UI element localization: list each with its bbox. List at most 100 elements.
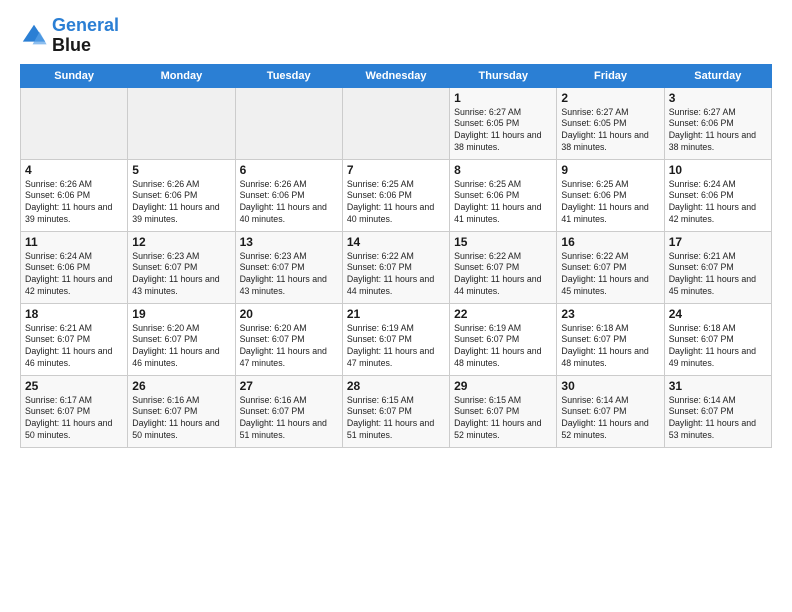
calendar-cell: 2Sunrise: 6:27 AMSunset: 6:05 PMDaylight…: [557, 87, 664, 159]
day-number: 3: [669, 91, 767, 105]
cell-info: Sunrise: 6:20 AMSunset: 6:07 PMDaylight:…: [240, 323, 338, 371]
day-number: 10: [669, 163, 767, 177]
day-number: 24: [669, 307, 767, 321]
day-number: 23: [561, 307, 659, 321]
cell-info: Sunrise: 6:16 AMSunset: 6:07 PMDaylight:…: [132, 395, 230, 443]
calendar-cell: 13 Sunrise: 6:23 AMSunset: 6:07 PMDayligh…: [235, 231, 342, 303]
cell-info: Sunrise: 6:27 AMSunset: 6:06 PMDaylight:…: [669, 107, 767, 155]
day-number: 30: [561, 379, 659, 393]
header: General Blue: [20, 16, 772, 56]
calendar-cell: [342, 87, 449, 159]
cell-info: Sunrise: 6:17 AMSunset: 6:07 PMDaylight:…: [25, 395, 123, 443]
calendar-week: 4Sunrise: 6:26 AMSunset: 6:06 PMDaylight…: [21, 159, 772, 231]
cell-info: Sunrise: 6:18 AMSunset: 6:07 PMDaylight:…: [669, 323, 767, 371]
cell-info: Sunrise: 6:19 AMSunset: 6:07 PMDaylight:…: [347, 323, 445, 371]
day-number: 26: [132, 379, 230, 393]
cell-info: Sunrise: 6:14 AMSunset: 6:07 PMDaylight:…: [561, 395, 659, 443]
calendar-cell: 16 Sunrise: 6:22 AMSunset: 6:07 PMDayligh…: [557, 231, 664, 303]
day-number: 16: [561, 235, 659, 249]
day-number: 25: [25, 379, 123, 393]
calendar-cell: 15 Sunrise: 6:22 AMSunset: 6:07 PMDayligh…: [450, 231, 557, 303]
day-number: 12: [132, 235, 230, 249]
day-number: 17: [669, 235, 767, 249]
calendar-week: 25 Sunrise: 6:17 AMSunset: 6:07 PMDayligh…: [21, 375, 772, 447]
calendar-cell: 23 Sunrise: 6:18 AMSunset: 6:07 PMDayligh…: [557, 303, 664, 375]
cell-info: Sunrise: 6:25 AMSunset: 6:06 PMDaylight:…: [561, 179, 659, 227]
weekday-header: Wednesday: [342, 64, 449, 87]
cell-info: Sunrise: 6:15 AMSunset: 6:07 PMDaylight:…: [347, 395, 445, 443]
calendar-cell: [128, 87, 235, 159]
calendar-cell: 6 Sunrise: 6:26 AMSunset: 6:06 PMDaylight…: [235, 159, 342, 231]
calendar-cell: 3 Sunrise: 6:27 AMSunset: 6:06 PMDaylight…: [664, 87, 771, 159]
cell-info: Sunrise: 6:24 AMSunset: 6:06 PMDaylight:…: [25, 251, 123, 299]
cell-info: Sunrise: 6:14 AMSunset: 6:07 PMDaylight:…: [669, 395, 767, 443]
calendar-cell: 12 Sunrise: 6:23 AMSunset: 6:07 PMDayligh…: [128, 231, 235, 303]
calendar-cell: 30 Sunrise: 6:14 AMSunset: 6:07 PMDayligh…: [557, 375, 664, 447]
weekday-header: Saturday: [664, 64, 771, 87]
weekday-header: Tuesday: [235, 64, 342, 87]
day-number: 27: [240, 379, 338, 393]
calendar-cell: 5Sunrise: 6:26 AMSunset: 6:06 PMDaylight…: [128, 159, 235, 231]
day-number: 9: [561, 163, 659, 177]
cell-info: Sunrise: 6:20 AMSunset: 6:07 PMDaylight:…: [132, 323, 230, 371]
calendar-cell: 1 Sunrise: 6:27 AMSunset: 6:05 PMDaylight…: [450, 87, 557, 159]
cell-info: Sunrise: 6:23 AMSunset: 6:07 PMDaylight:…: [132, 251, 230, 299]
day-number: 14: [347, 235, 445, 249]
page: General Blue SundayMondayTuesdayWednesda…: [0, 0, 792, 458]
day-number: 15: [454, 235, 552, 249]
calendar-cell: 25 Sunrise: 6:17 AMSunset: 6:07 PMDayligh…: [21, 375, 128, 447]
calendar-cell: 26 Sunrise: 6:16 AMSunset: 6:07 PMDayligh…: [128, 375, 235, 447]
day-number: 20: [240, 307, 338, 321]
calendar-cell: 29 Sunrise: 6:15 AMSunset: 6:07 PMDayligh…: [450, 375, 557, 447]
cell-info: Sunrise: 6:21 AMSunset: 6:07 PMDaylight:…: [669, 251, 767, 299]
calendar-week: 1 Sunrise: 6:27 AMSunset: 6:05 PMDaylight…: [21, 87, 772, 159]
cell-info: Sunrise: 6:21 AMSunset: 6:07 PMDaylight:…: [25, 323, 123, 371]
calendar-week: 18 Sunrise: 6:21 AMSunset: 6:07 PMDayligh…: [21, 303, 772, 375]
calendar-cell: 8 Sunrise: 6:25 AMSunset: 6:06 PMDaylight…: [450, 159, 557, 231]
cell-info: Sunrise: 6:24 AMSunset: 6:06 PMDaylight:…: [669, 179, 767, 227]
cell-info: Sunrise: 6:22 AMSunset: 6:07 PMDaylight:…: [347, 251, 445, 299]
calendar-cell: 20 Sunrise: 6:20 AMSunset: 6:07 PMDayligh…: [235, 303, 342, 375]
calendar-cell: 22 Sunrise: 6:19 AMSunset: 6:07 PMDayligh…: [450, 303, 557, 375]
day-number: 18: [25, 307, 123, 321]
cell-info: Sunrise: 6:25 AMSunset: 6:06 PMDaylight:…: [454, 179, 552, 227]
day-number: 13: [240, 235, 338, 249]
day-number: 8: [454, 163, 552, 177]
cell-info: Sunrise: 6:22 AMSunset: 6:07 PMDaylight:…: [561, 251, 659, 299]
cell-info: Sunrise: 6:22 AMSunset: 6:07 PMDaylight:…: [454, 251, 552, 299]
cell-info: Sunrise: 6:26 AMSunset: 6:06 PMDaylight:…: [25, 179, 123, 227]
day-number: 1: [454, 91, 552, 105]
cell-info: Sunrise: 6:18 AMSunset: 6:07 PMDaylight:…: [561, 323, 659, 371]
calendar-cell: 14 Sunrise: 6:22 AMSunset: 6:07 PMDayligh…: [342, 231, 449, 303]
calendar-cell: 31Sunrise: 6:14 AMSunset: 6:07 PMDayligh…: [664, 375, 771, 447]
calendar-cell: 28 Sunrise: 6:15 AMSunset: 6:07 PMDayligh…: [342, 375, 449, 447]
day-number: 5: [132, 163, 230, 177]
day-number: 11: [25, 235, 123, 249]
day-number: 2: [561, 91, 659, 105]
day-number: 21: [347, 307, 445, 321]
weekday-header: Monday: [128, 64, 235, 87]
day-number: 29: [454, 379, 552, 393]
day-number: 22: [454, 307, 552, 321]
weekday-header: Thursday: [450, 64, 557, 87]
logo: General Blue: [20, 16, 119, 56]
calendar-cell: [235, 87, 342, 159]
day-number: 6: [240, 163, 338, 177]
header-row: SundayMondayTuesdayWednesdayThursdayFrid…: [21, 64, 772, 87]
cell-info: Sunrise: 6:25 AMSunset: 6:06 PMDaylight:…: [347, 179, 445, 227]
calendar-cell: [21, 87, 128, 159]
calendar-cell: 11 Sunrise: 6:24 AMSunset: 6:06 PMDayligh…: [21, 231, 128, 303]
day-number: 28: [347, 379, 445, 393]
cell-info: Sunrise: 6:15 AMSunset: 6:07 PMDaylight:…: [454, 395, 552, 443]
cell-info: Sunrise: 6:23 AMSunset: 6:07 PMDaylight:…: [240, 251, 338, 299]
cell-info: Sunrise: 6:19 AMSunset: 6:07 PMDaylight:…: [454, 323, 552, 371]
calendar-table: SundayMondayTuesdayWednesdayThursdayFrid…: [20, 64, 772, 448]
day-number: 19: [132, 307, 230, 321]
day-number: 7: [347, 163, 445, 177]
weekday-header: Sunday: [21, 64, 128, 87]
calendar-cell: 4Sunrise: 6:26 AMSunset: 6:06 PMDaylight…: [21, 159, 128, 231]
logo-icon: [20, 22, 48, 50]
cell-info: Sunrise: 6:27 AMSunset: 6:05 PMDaylight:…: [454, 107, 552, 155]
cell-info: Sunrise: 6:26 AMSunset: 6:06 PMDaylight:…: [240, 179, 338, 227]
cell-info: Sunrise: 6:16 AMSunset: 6:07 PMDaylight:…: [240, 395, 338, 443]
